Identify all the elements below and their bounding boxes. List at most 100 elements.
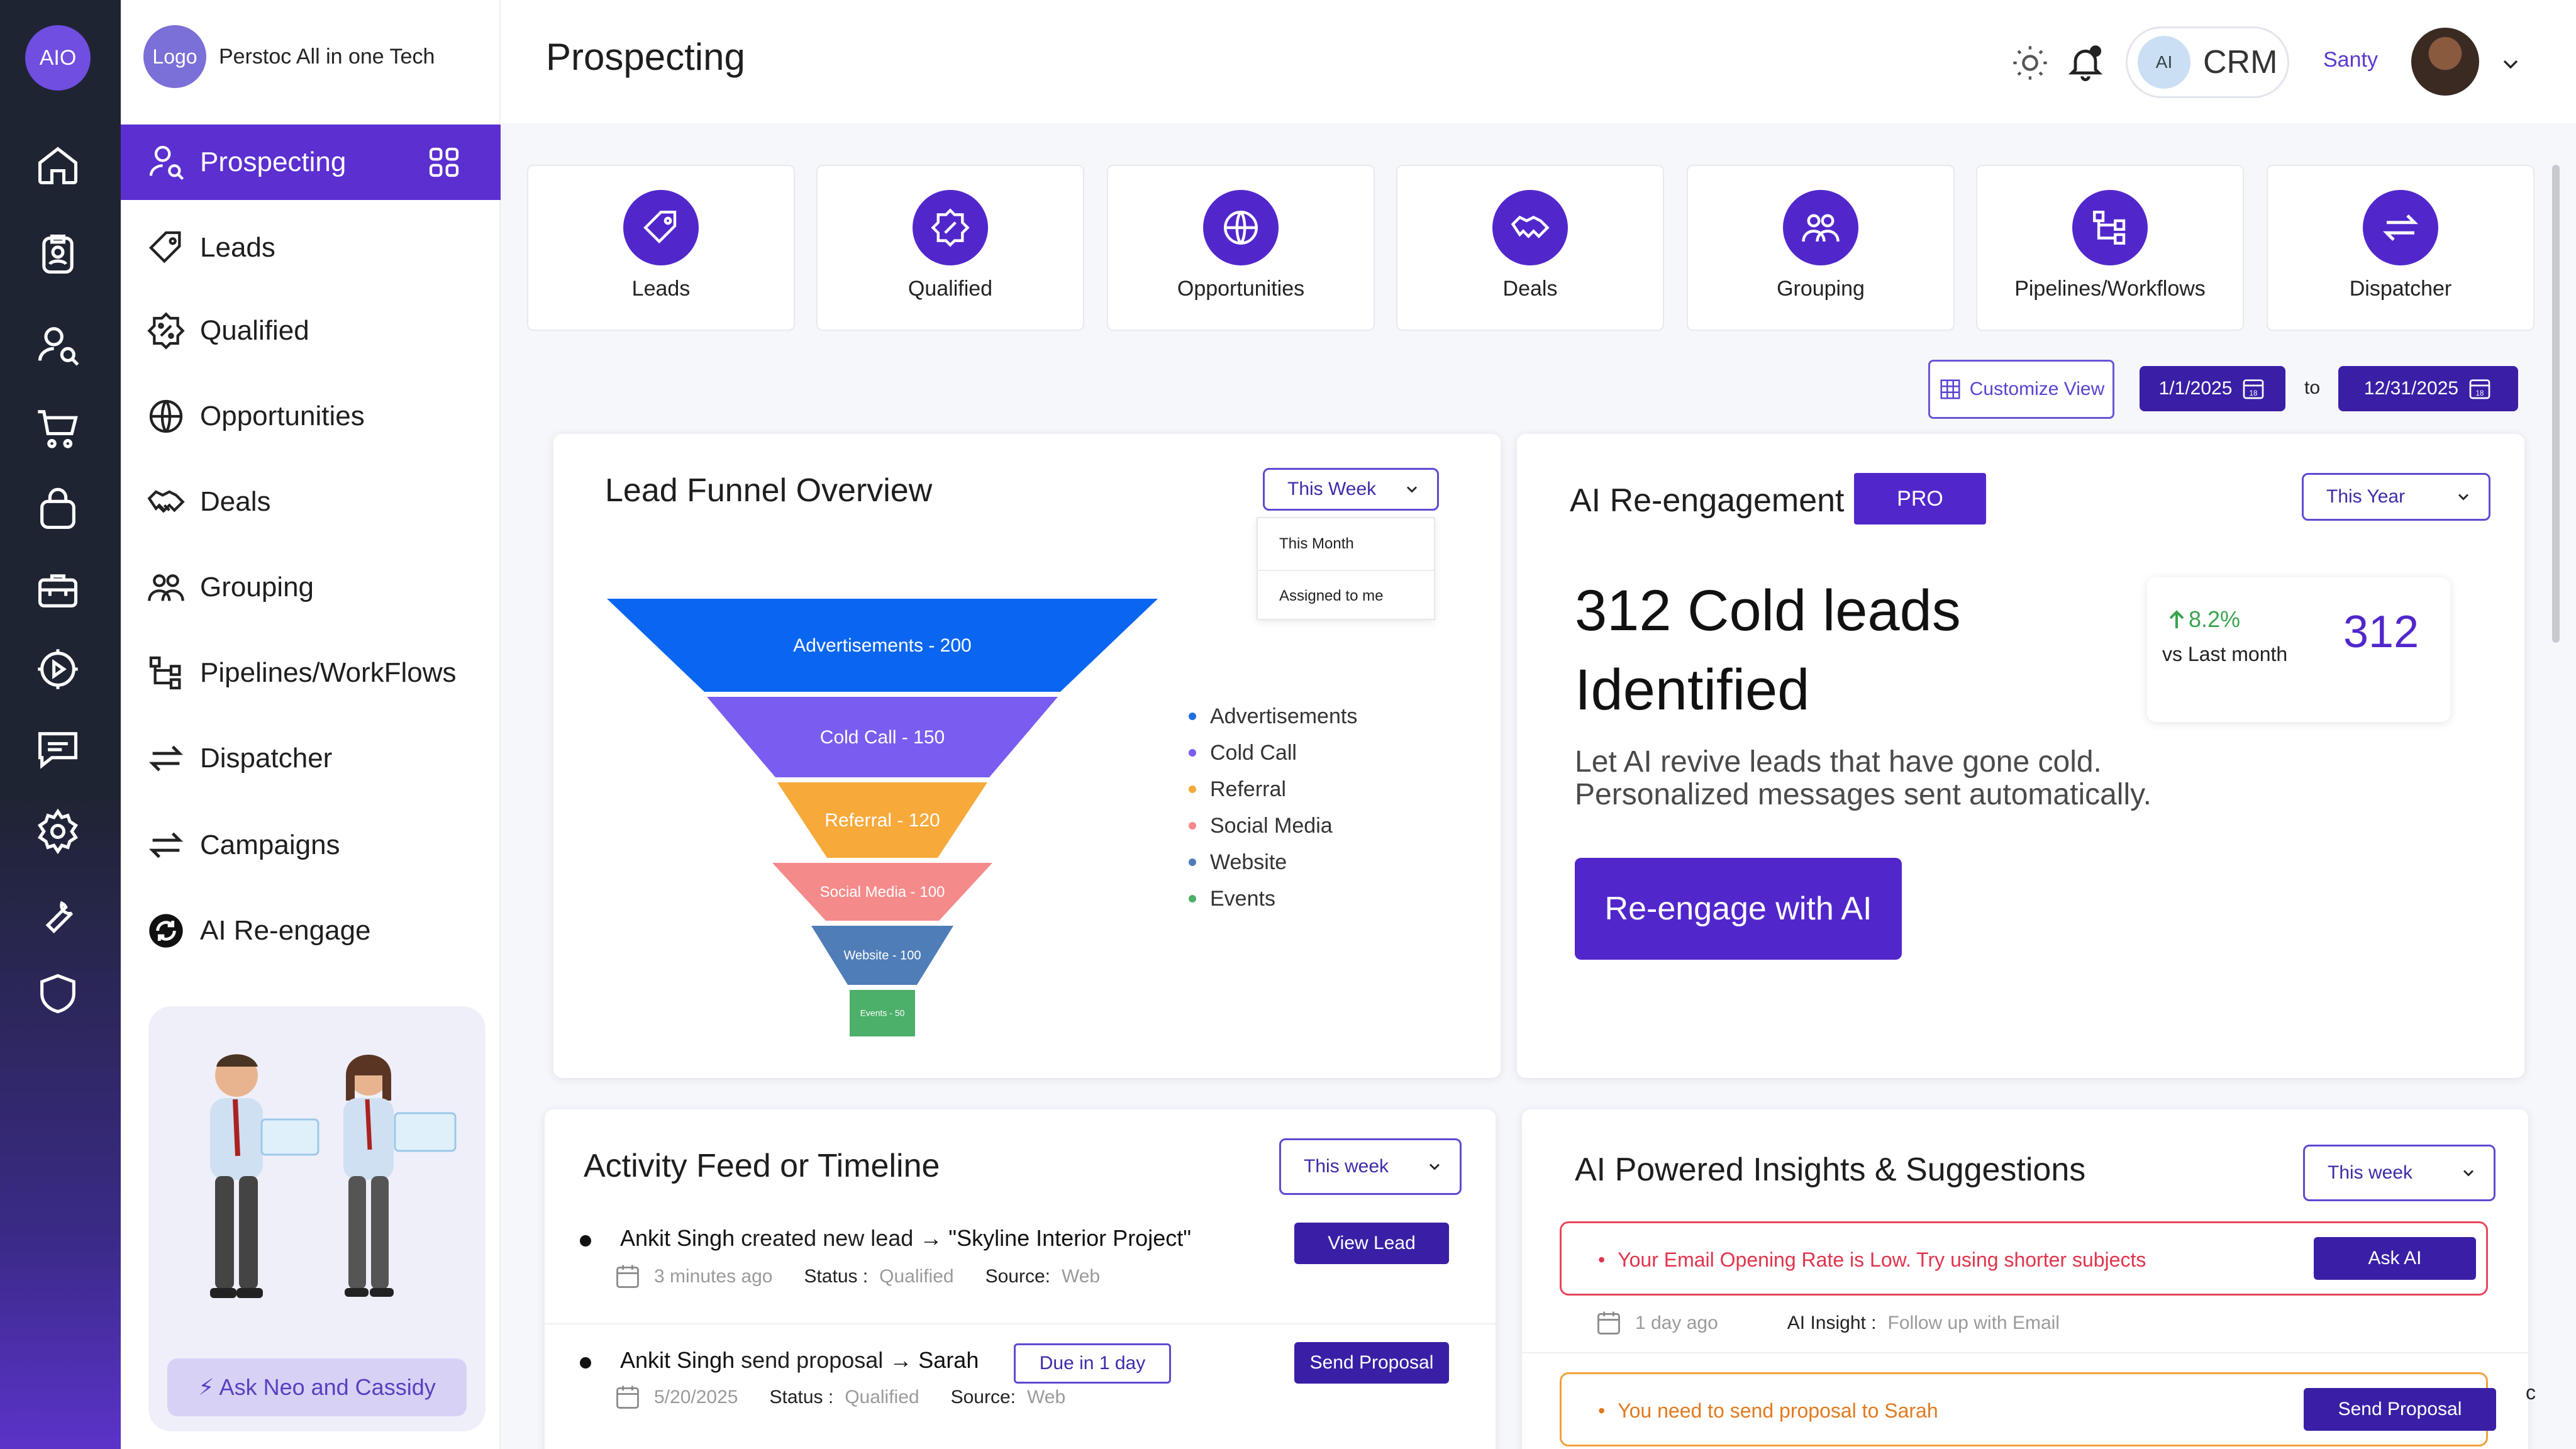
funnel-legend: Advertisements Cold Call Referral Social Me… xyxy=(1189,698,1357,917)
shield-icon[interactable] xyxy=(33,969,83,1019)
brand-logo: Logo xyxy=(143,25,206,88)
reengage-period-dropdown[interactable]: This Year xyxy=(2302,473,2490,521)
reengage-title: AI Re-engagement xyxy=(1570,482,1845,519)
crm-switcher[interactable]: AI CRM xyxy=(2126,26,2289,98)
nav-item-pipelines[interactable]: Pipelines/WorkFlows xyxy=(121,635,501,711)
legend-label: Events xyxy=(1210,886,1275,911)
calendar-icon xyxy=(616,1265,639,1288)
arrow-up-icon xyxy=(2169,610,2184,628)
nav-item-prospecting[interactable]: Prospecting xyxy=(121,125,501,200)
play-gear-icon[interactable] xyxy=(33,644,83,694)
quick-card-dispatcher[interactable]: Dispatcher xyxy=(2267,165,2534,331)
clipboard-user-icon[interactable] xyxy=(33,229,83,279)
nav-item-qualified[interactable]: Qualified xyxy=(121,293,501,369)
nav-item-ai-reengage[interactable]: AI Re-engage xyxy=(121,893,501,969)
legend-item: Events xyxy=(1189,880,1357,917)
divider xyxy=(545,1323,1496,1324)
timeline-dot xyxy=(580,1235,591,1246)
status-label: Status : xyxy=(804,1266,869,1287)
brand: Logo Perstoc All in one Tech xyxy=(143,25,435,88)
quick-card-opportunities[interactable]: Opportunities xyxy=(1107,165,1375,331)
nav-item-label: Qualified xyxy=(200,315,309,346)
legend-label: Referral xyxy=(1210,777,1286,801)
legend-item: Cold Call xyxy=(1189,735,1357,771)
nav-item-label: Prospecting xyxy=(200,147,347,177)
app-logo[interactable]: AIO xyxy=(25,25,91,91)
home-icon[interactable] xyxy=(33,140,83,190)
activity-feed-panel: Activity Feed or Timeline This week Anki… xyxy=(545,1109,1496,1449)
assistants-illustration xyxy=(210,1054,457,1298)
bag-icon[interactable] xyxy=(33,484,83,535)
nav-item-label: Dispatcher xyxy=(200,743,333,774)
activity-actor: Ankit Singh xyxy=(620,1347,735,1373)
quick-card-qualified[interactable]: Qualified xyxy=(816,165,1084,331)
brand-name: Perstoc All in one Tech xyxy=(219,44,435,69)
quick-card-deals[interactable]: Deals xyxy=(1396,165,1664,331)
grid-icon[interactable] xyxy=(426,145,462,180)
quick-card-leads[interactable]: Leads xyxy=(527,165,795,331)
send-proposal-button[interactable]: Send Proposal xyxy=(2304,1388,2496,1431)
quick-card-pipelines[interactable]: Pipelines/Workflows xyxy=(1976,165,2244,331)
reengage-with-ai-button[interactable]: Re-engage with AI xyxy=(1575,858,1902,960)
pro-badge: PRO xyxy=(1854,473,1986,525)
briefcase-icon[interactable] xyxy=(33,565,83,615)
stat-count: 312 xyxy=(2343,607,2419,657)
legend-label: Website xyxy=(1210,850,1287,874)
activity-target: → Sarah xyxy=(889,1347,979,1373)
avatar[interactable] xyxy=(2411,28,2479,96)
activity-text: Ankit Singh created new lead → "Skyline … xyxy=(620,1225,1191,1252)
globe-icon xyxy=(1224,211,1258,245)
status-value: Qualified xyxy=(845,1387,919,1407)
nav-item-campaigns[interactable]: Campaigns xyxy=(121,808,501,883)
due-tag: Due in 1 day xyxy=(1014,1343,1171,1384)
view-lead-button[interactable]: View Lead xyxy=(1294,1223,1449,1264)
settings-icon[interactable] xyxy=(33,806,83,857)
nav-item-deals[interactable]: Deals xyxy=(121,464,501,540)
ask-neo-cassidy-button[interactable]: ⚡ Ask Neo and Cassidy xyxy=(167,1358,467,1416)
chat-icon[interactable] xyxy=(33,724,83,775)
user-search-icon[interactable] xyxy=(33,319,83,370)
funnel-chart: Advertisements - 200 Cold Call - 150 Refer… xyxy=(607,599,1158,1036)
send-proposal-button[interactable]: Send Proposal xyxy=(1294,1342,1449,1384)
nav-item-dispatcher[interactable]: Dispatcher xyxy=(121,721,501,796)
bell-icon[interactable] xyxy=(2065,43,2106,83)
funnel-stage-label: Events - 50 xyxy=(860,1008,905,1018)
activity-period-dropdown[interactable]: This week xyxy=(1279,1138,1462,1195)
quick-card-grouping[interactable]: Grouping xyxy=(1687,165,1955,331)
sun-icon[interactable] xyxy=(2010,43,2050,83)
activity-action: created new lead xyxy=(735,1225,920,1251)
swap-arrows-icon xyxy=(148,745,184,772)
nav-item-label: Pipelines/WorkFlows xyxy=(200,657,457,688)
cart-icon[interactable] xyxy=(33,402,83,453)
desc-line-1: Let AI revive leads that have gone cold. xyxy=(1575,745,2102,779)
user-search-icon xyxy=(149,145,184,180)
date-to-label: to xyxy=(2304,377,2321,398)
nav-item-opportunities[interactable]: Opportunities xyxy=(121,379,501,454)
user-name[interactable]: Santy xyxy=(2323,48,2378,72)
nav-item-leads[interactable]: Leads xyxy=(121,210,501,286)
customize-view-button[interactable]: Customize View xyxy=(1928,360,2114,419)
chevron-down-icon[interactable] xyxy=(2498,52,2523,77)
wrench-icon[interactable] xyxy=(33,888,83,938)
date-to-picker[interactable]: 12/31/2025 18 xyxy=(2338,366,2518,411)
legend-dot xyxy=(1189,858,1196,866)
funnel-stage-label: Social Media - 100 xyxy=(820,884,945,901)
legend-dot xyxy=(1189,895,1196,902)
insight-time: 1 day ago xyxy=(1635,1313,1718,1333)
scrollbar-thumb[interactable] xyxy=(2552,165,2560,643)
refresh-circle-icon xyxy=(149,914,183,948)
date-from-picker[interactable]: 1/1/2025 18 xyxy=(2140,366,2285,411)
status-value: Qualified xyxy=(879,1266,954,1287)
ask-ai-button[interactable]: Ask AI xyxy=(2314,1237,2476,1280)
icon-rail: AIO xyxy=(0,0,121,1449)
nav-item-grouping[interactable]: Grouping xyxy=(121,550,501,625)
activity-target: → "Skyline Interior Project" xyxy=(919,1225,1191,1251)
legend-item: Referral xyxy=(1189,771,1357,808)
cold-leads-description: Let AI revive leads that have gone cold.… xyxy=(1575,746,2267,811)
insights-period-dropdown[interactable]: This week xyxy=(2303,1145,2496,1201)
clipped-text: c xyxy=(2526,1381,2536,1404)
date-to-value: 12/31/2025 xyxy=(2363,378,2459,399)
legend-label: Cold Call xyxy=(1210,740,1297,765)
date-from-value: 1/1/2025 xyxy=(2158,378,2233,399)
insight-message: Your Email Opening Rate is Low. Try usin… xyxy=(1618,1248,2146,1271)
